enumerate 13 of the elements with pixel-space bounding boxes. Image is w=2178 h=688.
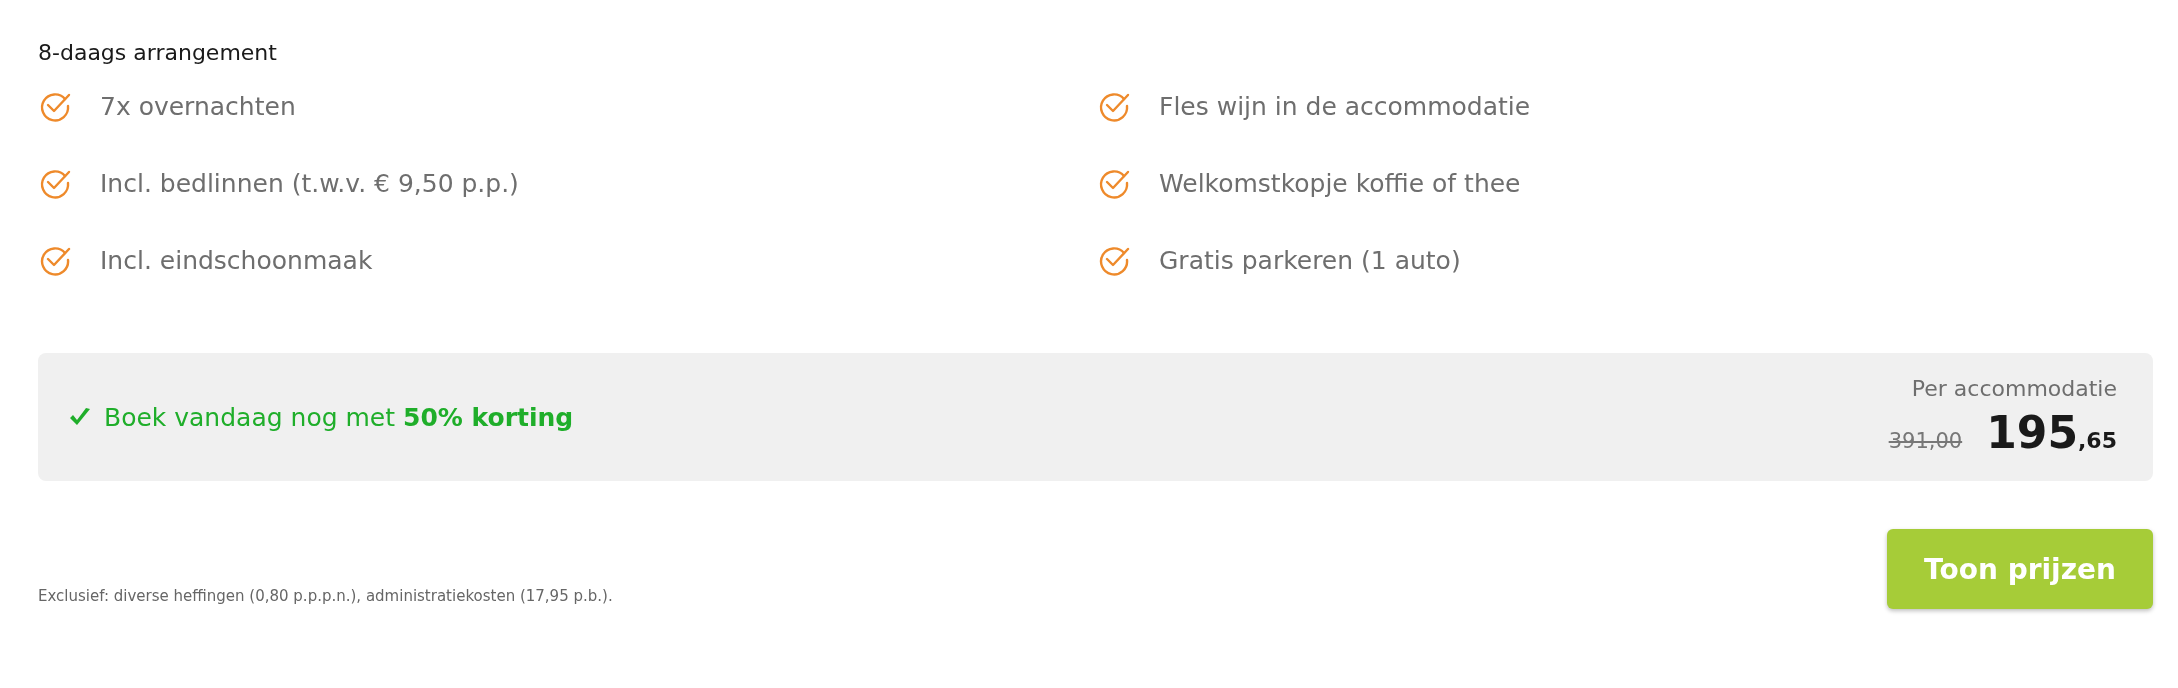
- feature-label: 7x overnachten: [100, 91, 296, 121]
- feature-label: Welkomstkopje koffie of thee: [1159, 168, 1521, 198]
- show-prices-button[interactable]: Toon prijzen: [1887, 529, 2153, 609]
- feature-label: Incl. bedlinnen (t.w.v. € 9,50 p.p.): [100, 168, 519, 198]
- discount-message: Boek vandaag nog met 50% korting: [104, 402, 574, 432]
- footnote: Exclusief: diverse heffingen (0,80 p.p.p.n.), administratiekosten (17,95 p.b.).: [38, 587, 613, 605]
- feature-label: Gratis parkeren (1 auto): [1159, 245, 1461, 275]
- feature-label: Fles wijn in de accommodatie: [1159, 91, 1531, 121]
- current-price: 195,65: [1986, 407, 2117, 458]
- section-title: 8-daags arrangement: [38, 40, 278, 65]
- old-price: 391,00: [1888, 429, 1963, 453]
- feature-label: Incl. eindschoonmaak: [100, 245, 373, 275]
- price-label: Per accommodatie: [1911, 376, 2117, 401]
